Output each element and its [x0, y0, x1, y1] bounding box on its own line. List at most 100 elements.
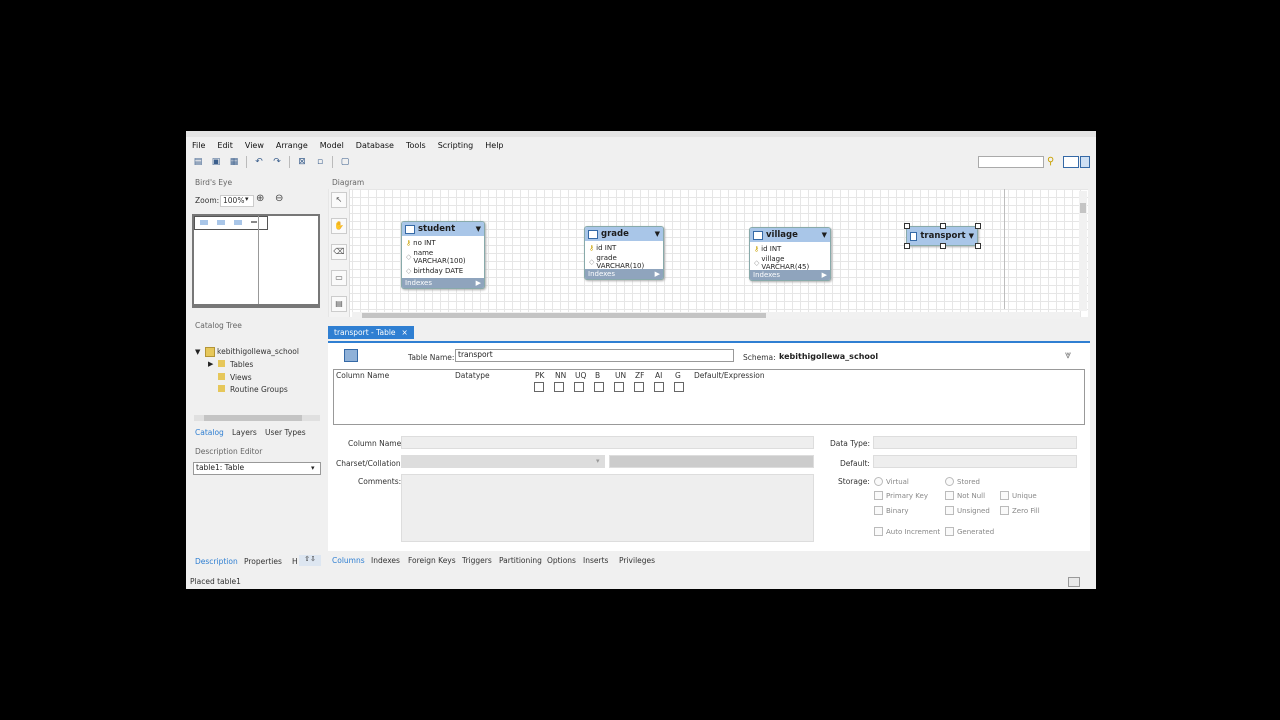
- menu-tools[interactable]: Tools: [400, 141, 432, 150]
- not-null-checkbox[interactable]: Not Null: [945, 491, 985, 500]
- tree-item-tables[interactable]: Tables: [230, 360, 253, 369]
- align-icon[interactable]: ▫: [314, 156, 326, 168]
- tab-properties[interactable]: Properties: [244, 557, 282, 566]
- tab-scroll-arrows-icon[interactable]: ⇧⇩: [299, 555, 321, 566]
- schema-node[interactable]: kebithigollewa_school: [217, 347, 299, 356]
- collapse-panel-icon[interactable]: ⩔: [1065, 348, 1071, 362]
- catalog-scrollbar[interactable]: [194, 415, 320, 421]
- zoom-out-icon[interactable]: ⊖: [275, 193, 283, 204]
- generated-checkbox[interactable]: Generated: [945, 527, 994, 536]
- new-file-icon[interactable]: ▤: [192, 156, 204, 168]
- close-icon[interactable]: ×: [402, 328, 408, 337]
- collapse-arrow-icon[interactable]: ▼: [822, 231, 827, 239]
- scrollbar-thumb[interactable]: [204, 415, 302, 421]
- pointer-tool-icon[interactable]: ↖: [331, 192, 347, 208]
- entity-grade[interactable]: grade ▼ ⚷ id INT ◇ grade VARCHAR(10) Indexe…: [584, 226, 664, 280]
- tree-item-routine-groups[interactable]: Routine Groups: [230, 385, 288, 394]
- selection-handle[interactable]: [904, 243, 910, 249]
- chevron-down-icon[interactable]: ▾: [311, 464, 315, 472]
- selection-handle[interactable]: [904, 223, 910, 229]
- layout-toggle-icon[interactable]: [1063, 156, 1079, 168]
- tab-partitioning[interactable]: Partitioning: [499, 556, 542, 565]
- diagram-vertical-scrollbar[interactable]: [1079, 191, 1087, 311]
- menu-arrange[interactable]: Arrange: [270, 141, 314, 150]
- auto-increment-checkbox[interactable]: Auto Increment: [874, 527, 940, 536]
- new-diagram-icon[interactable]: ▢: [339, 156, 351, 168]
- g-checkbox[interactable]: [674, 382, 684, 392]
- menu-model[interactable]: Model: [314, 141, 350, 150]
- tab-catalog[interactable]: Catalog: [195, 428, 224, 437]
- tab-user-types[interactable]: User Types: [265, 428, 306, 437]
- ai-checkbox[interactable]: [654, 382, 664, 392]
- entity-student[interactable]: student ▼ ⚷ no INT ◇ name VARCHAR(100) ◇ bir…: [401, 221, 485, 289]
- tab-inserts[interactable]: Inserts: [583, 556, 608, 565]
- zoom-in-icon[interactable]: ⊕: [256, 193, 264, 204]
- expand-arrow-icon[interactable]: ▼: [195, 348, 200, 356]
- selection-handle[interactable]: [975, 223, 981, 229]
- redo-icon[interactable]: ↷: [271, 156, 283, 168]
- status-panel-icon[interactable]: [1068, 577, 1080, 587]
- scrollbar-thumb[interactable]: [1080, 203, 1086, 213]
- unique-checkbox[interactable]: Unique: [1000, 491, 1037, 500]
- storage-stored-radio[interactable]: Stored: [945, 477, 980, 486]
- selection-handle[interactable]: [940, 243, 946, 249]
- diagram-horizontal-scrollbar[interactable]: [352, 312, 1080, 319]
- collapse-arrow-icon[interactable]: ▼: [476, 225, 481, 233]
- tab-layers[interactable]: Layers: [232, 428, 257, 437]
- sidebar-toggle-icon[interactable]: [1080, 156, 1090, 168]
- table-name-input[interactable]: transport: [455, 349, 734, 362]
- charset-select[interactable]: [401, 455, 605, 468]
- open-folder-icon[interactable]: ▣: [210, 156, 222, 168]
- nn-checkbox[interactable]: [554, 382, 564, 392]
- save-icon[interactable]: ▦: [228, 156, 240, 168]
- storage-virtual-radio[interactable]: Virtual: [874, 477, 909, 486]
- eraser-tool-icon[interactable]: ⌫: [331, 244, 347, 260]
- binary-checkbox[interactable]: Binary: [874, 506, 909, 515]
- chevron-down-icon[interactable]: ▾: [596, 457, 600, 465]
- column-name-input[interactable]: [401, 436, 814, 449]
- tab-foreign-keys[interactable]: Foreign Keys: [408, 556, 456, 565]
- tree-item-views[interactable]: Views: [230, 373, 252, 382]
- text-tool-icon[interactable]: ▤: [331, 296, 347, 312]
- chevron-down-icon[interactable]: ▾: [245, 195, 249, 203]
- tab-triggers[interactable]: Triggers: [462, 556, 492, 565]
- tab-columns[interactable]: Columns: [332, 556, 365, 565]
- menu-file[interactable]: File: [186, 141, 211, 150]
- scrollbar-thumb[interactable]: [362, 313, 766, 318]
- b-checkbox[interactable]: [594, 382, 604, 392]
- default-input[interactable]: [873, 455, 1077, 468]
- zf-checkbox[interactable]: [634, 382, 644, 392]
- menu-help[interactable]: Help: [479, 141, 509, 150]
- editor-tab-transport[interactable]: transport - Table ×: [328, 326, 414, 339]
- collation-select[interactable]: [609, 455, 814, 468]
- birds-eye-view[interactable]: [192, 214, 320, 308]
- layer-tool-icon[interactable]: ▭: [331, 270, 347, 286]
- tab-privileges[interactable]: Privileges: [619, 556, 655, 565]
- menu-edit[interactable]: Edit: [211, 141, 239, 150]
- primary-key-checkbox[interactable]: Primary Key: [874, 491, 928, 500]
- selection-handle[interactable]: [975, 243, 981, 249]
- hand-tool-icon[interactable]: ✋: [331, 218, 347, 234]
- tab-history[interactable]: H: [292, 557, 298, 566]
- collapse-arrow-icon[interactable]: ▼: [969, 232, 974, 240]
- expand-arrow-icon[interactable]: ▶: [822, 271, 827, 279]
- toggle-grid-icon[interactable]: ⊠: [296, 156, 308, 168]
- expand-arrow-icon[interactable]: ▶: [208, 360, 213, 368]
- menu-scripting[interactable]: Scripting: [432, 141, 480, 150]
- selection-handle[interactable]: [940, 223, 946, 229]
- zero-fill-checkbox[interactable]: Zero Fill: [1000, 506, 1040, 515]
- un-checkbox[interactable]: [614, 382, 624, 392]
- data-type-input[interactable]: [873, 436, 1077, 449]
- entity-village[interactable]: village ▼ ⚷ id INT ◇ village VARCHAR(45) In…: [749, 227, 831, 281]
- tab-description[interactable]: Description: [195, 557, 238, 566]
- expand-arrow-icon[interactable]: ▶: [476, 279, 481, 287]
- pk-checkbox[interactable]: [534, 382, 544, 392]
- tab-options[interactable]: Options: [547, 556, 576, 565]
- menu-view[interactable]: View: [239, 141, 270, 150]
- expand-arrow-icon[interactable]: ▶: [655, 270, 660, 278]
- comments-textarea[interactable]: [401, 474, 814, 542]
- menu-database[interactable]: Database: [350, 141, 400, 150]
- unsigned-checkbox[interactable]: Unsigned: [945, 506, 990, 515]
- tab-indexes[interactable]: Indexes: [371, 556, 400, 565]
- search-icon[interactable]: ⚲: [1047, 156, 1054, 167]
